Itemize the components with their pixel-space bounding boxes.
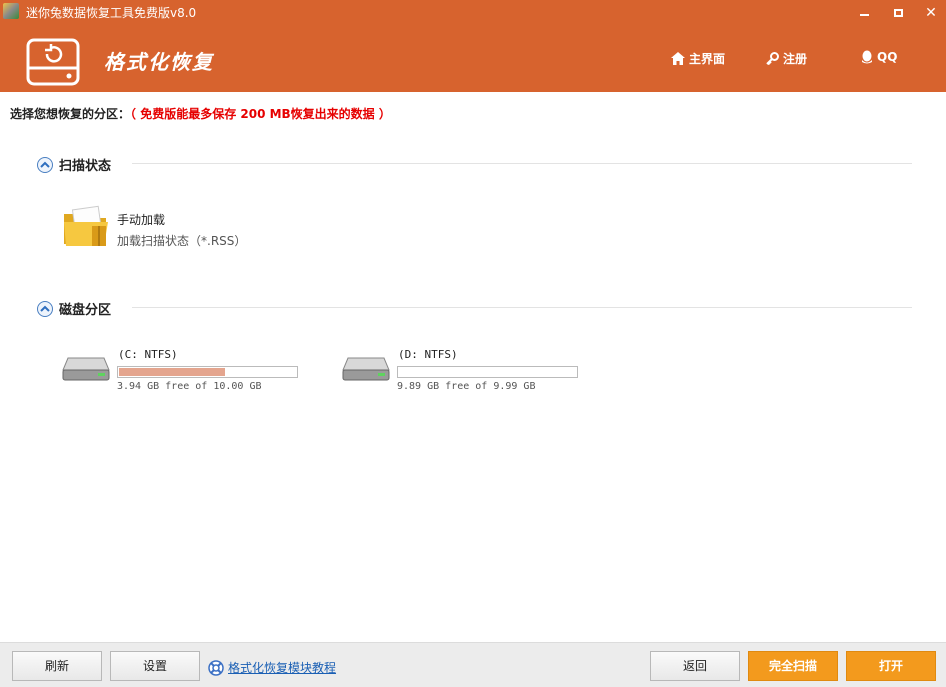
nav-register-label: 注册 [783, 52, 808, 66]
maximize-button[interactable] [886, 2, 912, 24]
nav-qq-button[interactable]: QQ [861, 50, 897, 64]
drive-item-c[interactable]: (C: NTFS) 3.94 GB free of 10.00 GB [62, 346, 312, 396]
section-divider [132, 163, 912, 164]
free-limit-notice: （ 免费版能最多保存 200 MB恢复出来的数据 ） [130, 107, 391, 121]
drive-usage-fill [119, 368, 226, 376]
window-title: 迷你兔数据恢复工具免费版v8.0 [26, 6, 197, 20]
partition-hint: 选择您想恢复的分区：（ 免费版能最多保存 200 MB恢复出来的数据 ） [10, 105, 391, 122]
hard-disk-icon [342, 357, 390, 381]
title-bar-header: 迷你兔数据恢复工具免费版v8.0 ✕ 格式化恢复 主界面 注册 QQ [0, 0, 946, 92]
nav-register-button[interactable]: 注册 [766, 50, 807, 67]
minimize-icon [860, 14, 869, 16]
maximize-icon [894, 9, 903, 17]
home-icon [671, 52, 685, 65]
minimize-button[interactable] [852, 2, 878, 24]
open-button[interactable]: 打开 [846, 651, 936, 681]
manual-load-item[interactable]: 手动加载 加载扫描状态（*.RSS） [62, 204, 262, 252]
drive-name: (C: NTFS) [118, 348, 178, 361]
drive-name: (D: NTFS) [398, 348, 458, 361]
drive-space-info: 3.94 GB free of 10.00 GB [117, 381, 262, 392]
drive-usage-bar [117, 366, 298, 378]
drive-logo-icon [26, 38, 80, 86]
refresh-button[interactable]: 刷新 [12, 651, 102, 681]
settings-button[interactable]: 设置 [110, 651, 200, 681]
nav-qq-label: QQ [877, 50, 898, 64]
chevron-up-icon [37, 156, 53, 173]
partition-section-toggle[interactable]: 磁盘分区 [37, 299, 111, 318]
drive-item-d[interactable]: (D: NTFS) 9.89 GB free of 9.99 GB [342, 346, 592, 396]
key-icon [766, 52, 779, 65]
tutorial-link[interactable]: 格式化恢复模块教程 [208, 659, 336, 676]
module-title: 格式化恢复 [104, 50, 214, 74]
qq-penguin-icon [862, 50, 872, 64]
nav-home-button[interactable]: 主界面 [671, 50, 725, 67]
section-divider [132, 307, 912, 308]
app-icon [3, 3, 19, 19]
drive-space-info: 9.89 GB free of 9.99 GB [397, 381, 536, 392]
nav-home-label: 主界面 [689, 52, 726, 66]
full-scan-button[interactable]: 完全扫描 [748, 651, 838, 681]
scan-status-title: 扫描状态 [59, 159, 112, 174]
folder-icon [64, 205, 108, 246]
hard-disk-icon [62, 357, 110, 381]
chevron-up-icon [37, 300, 53, 317]
manual-load-title: 手动加载 [117, 213, 166, 227]
footer-bar: 刷新 设置 格式化恢复模块教程 返回 完全扫描 打开 [0, 642, 946, 687]
manual-load-subtitle: 加载扫描状态（*.RSS） [117, 234, 247, 248]
hint-label: 选择您想恢复的分区： [10, 107, 131, 121]
lifebuoy-icon [208, 659, 224, 676]
drive-usage-bar [397, 366, 578, 378]
close-button[interactable]: ✕ [918, 2, 944, 24]
back-button[interactable]: 返回 [650, 651, 740, 681]
scan-status-section-toggle[interactable]: 扫描状态 [37, 155, 111, 174]
tutorial-link-label[interactable]: 格式化恢复模块教程 [228, 659, 336, 676]
partition-section-title: 磁盘分区 [59, 303, 112, 318]
